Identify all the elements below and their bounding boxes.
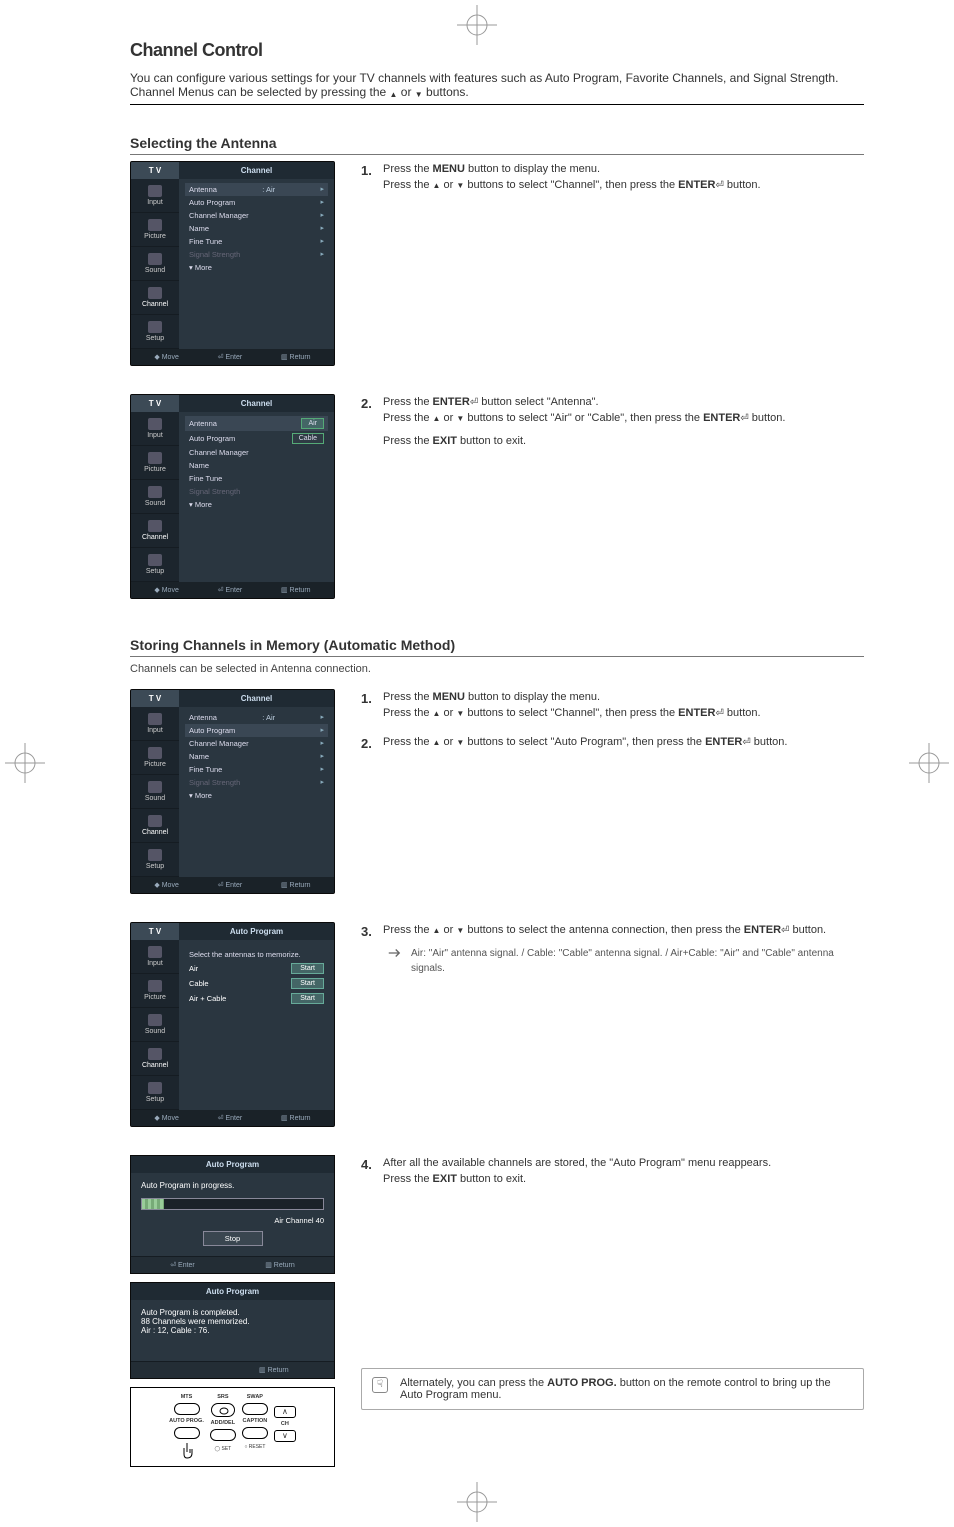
osd-title: Channel: [179, 395, 334, 412]
step-number: 2.: [361, 394, 375, 450]
osd-progress: Auto Program Auto Program in progress. A…: [130, 1155, 335, 1274]
osd-row-more: ▾ More: [185, 498, 328, 511]
osd-dropdown-air: Air: [301, 418, 324, 429]
osd-foot-enter: ⏎ Enter: [218, 353, 243, 361]
osd-foot-move: ◆ Move: [154, 353, 178, 361]
remote-ch-down: ∨: [274, 1430, 296, 1442]
osd-row-chmgr: Channel Manager: [185, 446, 328, 459]
autoprog-step3-row: T V Auto Program Input Picture Sound Cha…: [130, 922, 864, 1135]
section-title-autoprog: Storing Channels in Memory (Automatic Me…: [130, 637, 864, 657]
remote-control-diagram: MTS AUTO PROG. SRS ADD/DEL ◯ SET SWAP: [130, 1387, 335, 1467]
antenna-step2-row: T V Channel Input Picture Sound Channel …: [130, 394, 864, 607]
osd-breakdown-text: Air : 12, Cable : 76.: [141, 1326, 324, 1335]
subtitle-text-c: buttons.: [426, 85, 469, 99]
osd-tv-label: T V: [131, 395, 179, 412]
osd-footer: ◆ Move ⏎ Enter ▥ Return: [131, 349, 334, 365]
step-number: 1.: [361, 161, 375, 194]
osd-prog-channel: Air Channel 40: [141, 1216, 324, 1225]
subtitle-text-a: You can configure various settings for y…: [130, 71, 838, 99]
antenna-step-2: 2. Press the ENTER button select "Antenn…: [361, 394, 864, 450]
osd-row-finetune: Fine Tune: [185, 472, 328, 485]
page-title: Channel Control: [130, 40, 864, 61]
tip-text: Alternately, you can press the AUTO PROG…: [400, 1377, 853, 1401]
osd-opt-both: Air + CableStart: [185, 991, 328, 1006]
pointer-hand-icon: [179, 1442, 195, 1460]
enter-icon: [740, 410, 748, 427]
enter-icon: [742, 734, 750, 751]
osd-side-input: Input: [131, 179, 179, 213]
osd-row-chmgr: Channel Manager▸: [185, 209, 328, 222]
osd-side-channel: Channel: [131, 514, 179, 548]
osd-side-setup: Setup: [131, 548, 179, 582]
osd-footer: ◆ Move ⏎ Enter ▥ Return: [131, 582, 334, 598]
enter-icon: [470, 394, 478, 411]
note-icon: [387, 946, 401, 960]
osd-row-signal: Signal Strength▸: [185, 248, 328, 261]
autoprog-step-3: 3. Press the or buttons to select the an…: [361, 922, 864, 977]
down-arrow-icon: [415, 86, 423, 100]
osd-row-name: Name▸: [185, 222, 328, 235]
up-arrow-icon: [390, 86, 398, 100]
osd-title: Channel: [179, 162, 334, 179]
remote-caption-button: [242, 1427, 268, 1439]
osd-side-setup: Setup: [131, 315, 179, 349]
osd-antenna-dropdown: T V Channel Input Picture Sound Channel …: [130, 394, 335, 599]
page-subtitle: You can configure various settings for y…: [130, 71, 864, 100]
osd-row-finetune: Fine Tune▸: [185, 235, 328, 248]
subtitle-text-b: or: [401, 85, 415, 99]
osd-row-autoprog: Auto Program▸: [185, 196, 328, 209]
step3-note: Air: "Air" antenna signal. / Cable: "Cab…: [387, 946, 864, 976]
osd-side-picture: Picture: [131, 446, 179, 480]
tip-box: ☟ Alternately, you can press the AUTO PR…: [361, 1368, 864, 1410]
osd-row-autoprog: Auto ProgramCable: [185, 431, 328, 446]
remote-adddel-button: [210, 1429, 236, 1441]
osd-channel-menu: T V Channel Input Picture Sound Channel …: [130, 161, 335, 366]
osd-row-signal: Signal Strength: [185, 485, 328, 498]
antenna-step1-row: T V Channel Input Picture Sound Channel …: [130, 161, 864, 374]
osd-dropdown-cable: Cable: [292, 433, 324, 444]
osd-row-antenna: Antenna: Air▸: [185, 183, 328, 196]
remote-ch-up: ∧: [274, 1406, 296, 1418]
osd-side-picture: Picture: [131, 213, 179, 247]
osd-row-name: Name: [185, 459, 328, 472]
enter-icon: [715, 705, 723, 722]
remote-autoprog-button: [174, 1427, 200, 1439]
osd-stop-button: Stop: [203, 1231, 263, 1246]
enter-icon: [715, 177, 723, 194]
osd-complete-text: Auto Program is completed.: [141, 1308, 324, 1317]
osd-sidebar: Input Picture Sound Channel Setup: [131, 179, 179, 349]
osd-side-channel: Channel: [131, 281, 179, 315]
remote-mts-button: [174, 1403, 200, 1415]
osd-side-sound: Sound: [131, 247, 179, 281]
osd-row-more: ▾ More: [185, 261, 328, 274]
osd-opt-air: AirStart: [185, 961, 328, 976]
section-sub-autoprog: Channels can be selected in Antenna conn…: [130, 663, 864, 675]
osd-opt-cable: CableStart: [185, 976, 328, 991]
osd-prog-text: Auto Program in progress.: [141, 1181, 324, 1190]
osd-autoprog-select: T V Auto Program Input Picture Sound Cha…: [130, 922, 335, 1127]
autoprog-step4-row: Auto Program Auto Program in progress. A…: [130, 1155, 864, 1467]
osd-completed: Auto Program Auto Program is completed. …: [130, 1282, 335, 1379]
osd-sidebar: Input Picture Sound Channel Setup: [131, 412, 179, 582]
remote-srs-button: [211, 1403, 235, 1417]
section-title-antenna: Selecting the Antenna: [130, 135, 864, 155]
autoprog-step-2: 2. Press the or buttons to select "Auto …: [361, 734, 864, 754]
page-header: Channel Control You can configure variou…: [130, 40, 864, 105]
osd-memorized-text: 88 Channels were memorized.: [141, 1317, 324, 1326]
osd-select-prompt: Select the antennas to memorize.: [185, 944, 328, 961]
osd-side-sound: Sound: [131, 480, 179, 514]
osd-side-input: Input: [131, 412, 179, 446]
autoprog-step-1: 1. Press the MENU button to display the …: [361, 689, 864, 722]
osd-row-antenna: AntennaAir: [185, 416, 328, 431]
progress-bar: [141, 1198, 324, 1210]
osd-channel-menu-2: T V Channel Input Picture Sound Channel …: [130, 689, 335, 894]
note-text: Air: "Air" antenna signal. / Cable: "Cab…: [411, 946, 864, 976]
osd-foot-return: ▥ Return: [281, 353, 311, 361]
remote-swap-button: [242, 1403, 268, 1415]
autoprog-step12-row: T V Channel Input Picture Sound Channel …: [130, 689, 864, 902]
autoprog-step-4: 4. After all the available channels are …: [361, 1155, 864, 1188]
osd-tv-label: T V: [131, 162, 179, 179]
antenna-step-1: 1. Press the MENU button to display the …: [361, 161, 864, 194]
remote-tip-icon: ☟: [372, 1377, 388, 1393]
